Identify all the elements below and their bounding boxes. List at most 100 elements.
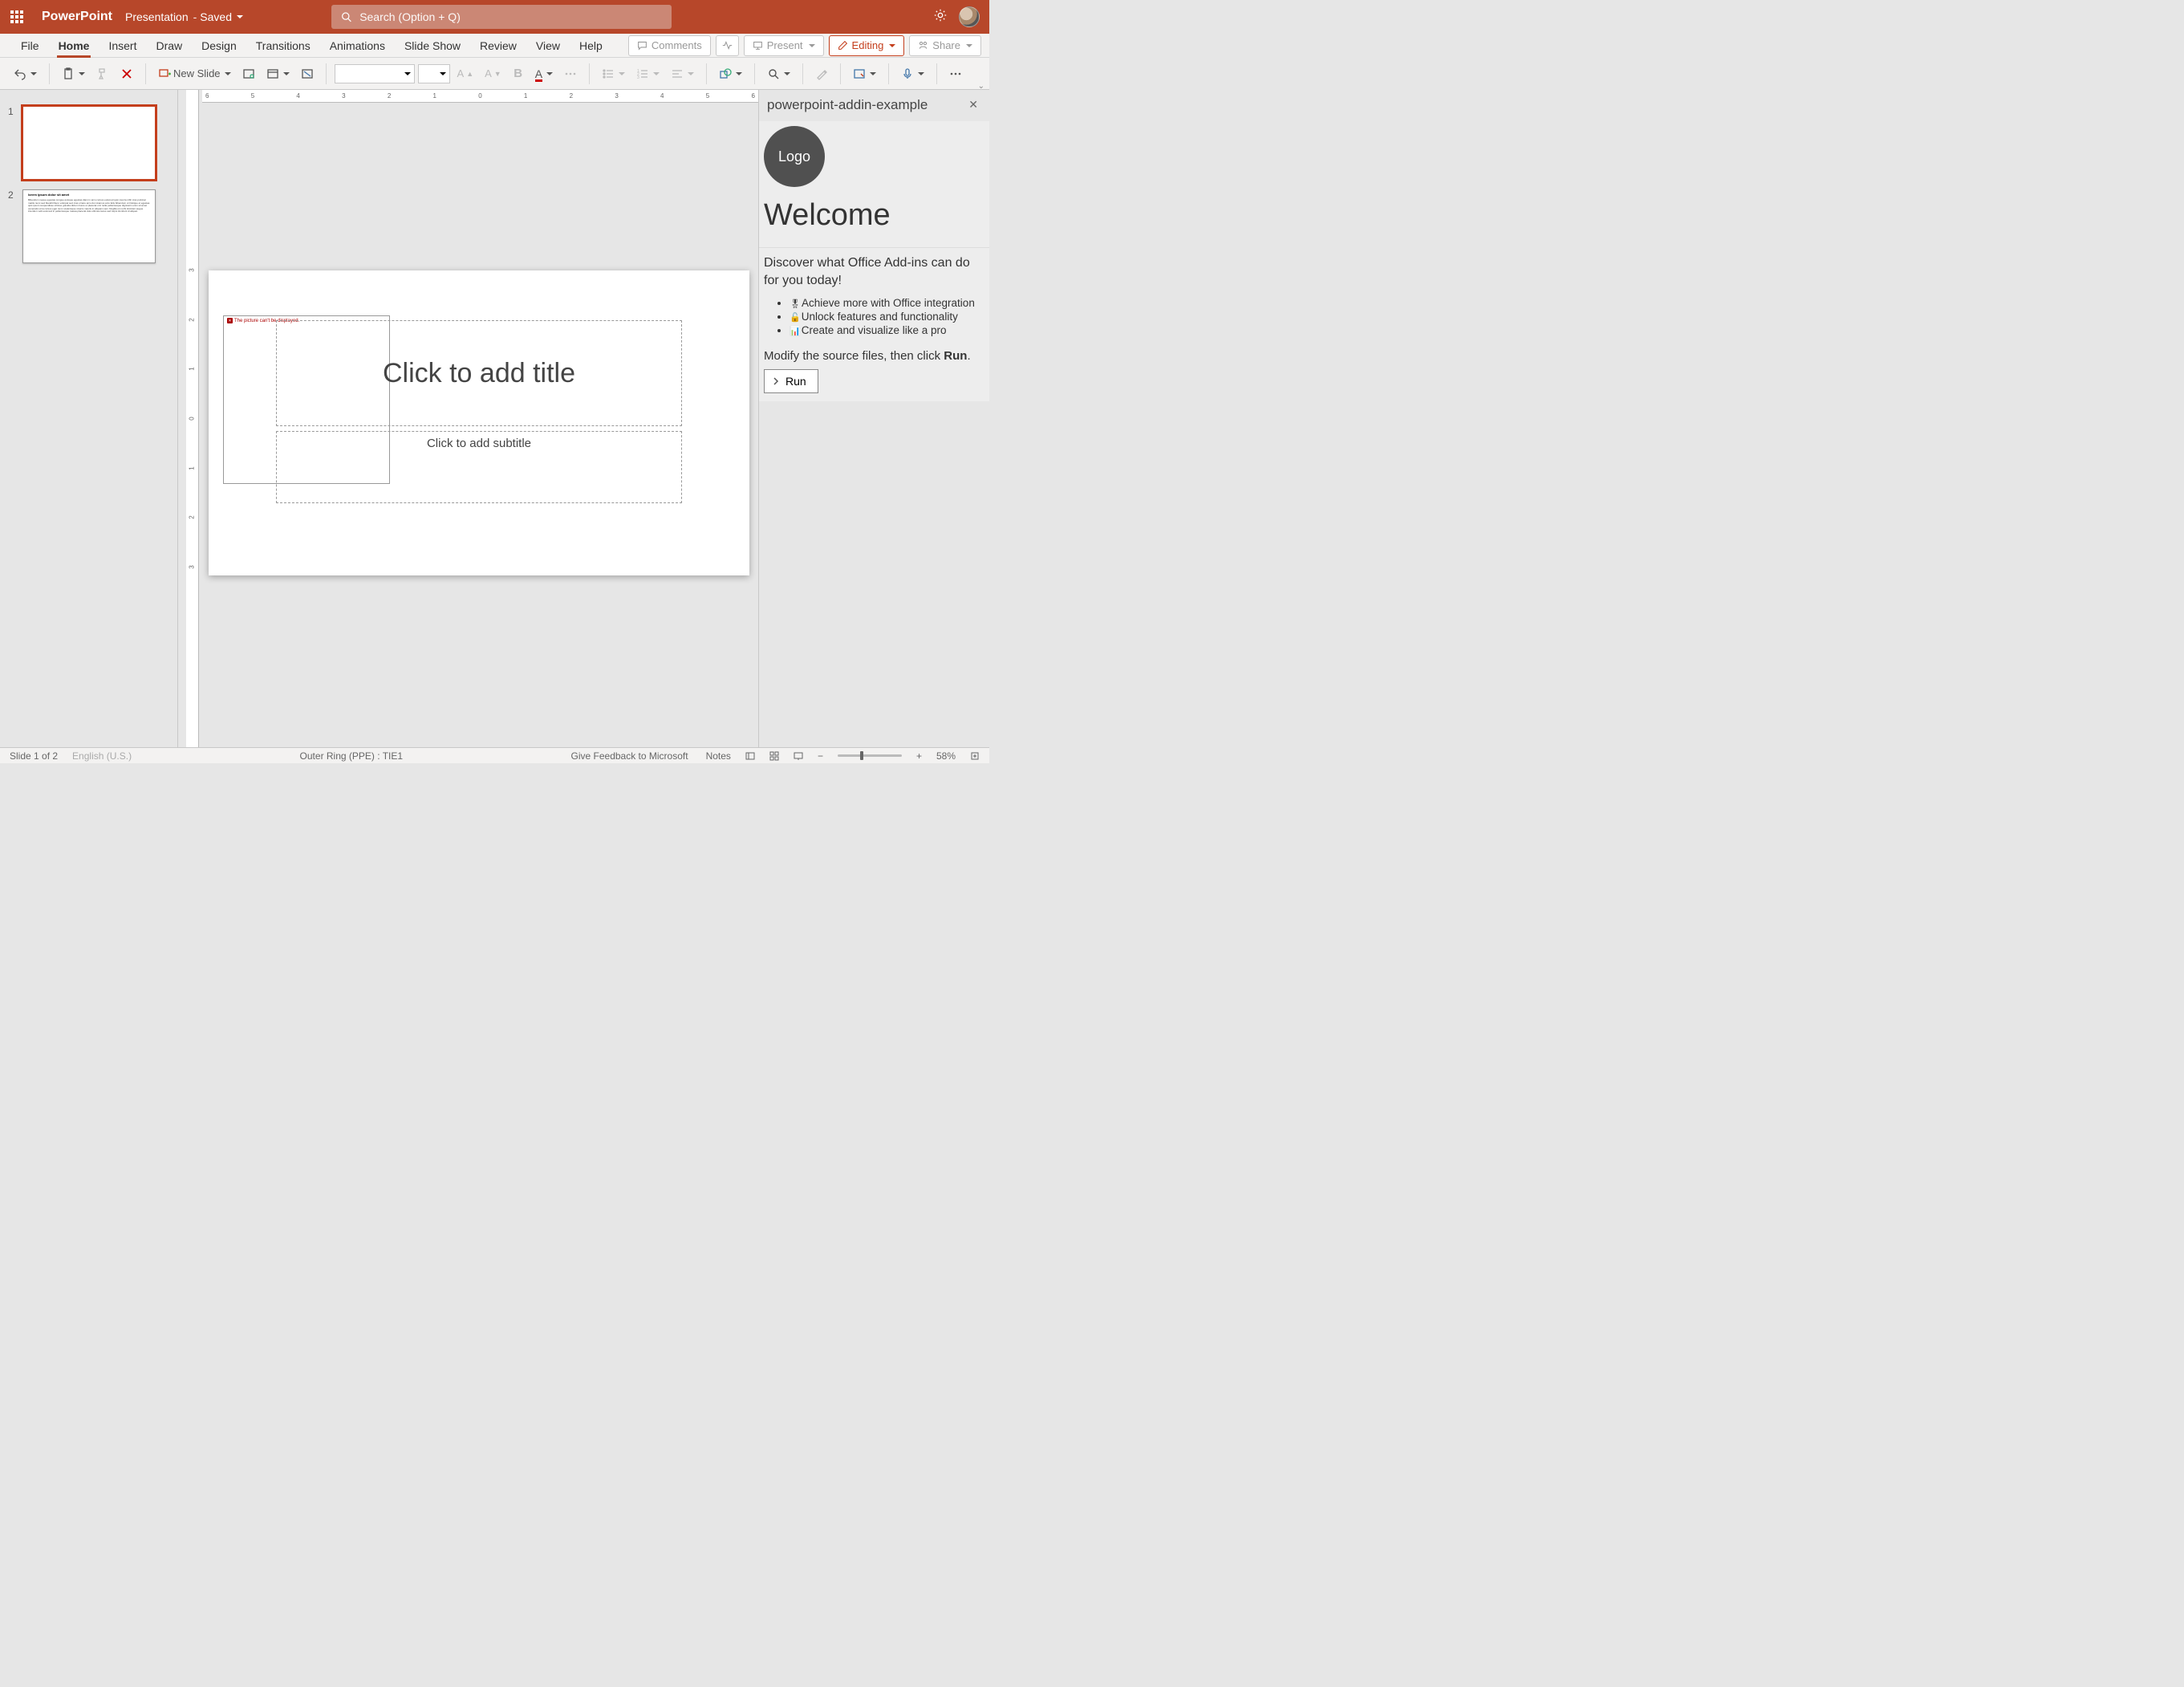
pencil-icon	[838, 40, 848, 51]
slide-thumbnails-panel: 1 2 lorem ipsum dolor sit amet Bibendum …	[0, 90, 178, 747]
bold-button[interactable]: B	[509, 63, 528, 85]
zoom-out-icon[interactable]: −	[818, 750, 823, 762]
comments-label: Comments	[652, 39, 702, 51]
increase-font-button[interactable]: A▲	[453, 63, 478, 85]
chevron-down-icon	[79, 72, 85, 75]
save-status-text: Saved	[200, 10, 232, 23]
tab-transitions[interactable]: Transitions	[246, 34, 320, 57]
language-indicator[interactable]: English (U.S.)	[72, 750, 132, 762]
slide-layout-button[interactable]	[238, 63, 259, 85]
font-family-select[interactable]	[335, 64, 415, 83]
delete-button[interactable]	[116, 63, 137, 85]
chevron-down-icon	[404, 72, 411, 75]
notes-button[interactable]: Notes	[703, 750, 731, 762]
undo-button[interactable]	[10, 63, 41, 85]
normal-view-icon[interactable]	[745, 751, 755, 761]
numbering-button[interactable]: 123	[632, 63, 664, 85]
chevron-down-icon	[546, 72, 553, 75]
tab-view[interactable]: View	[526, 34, 570, 57]
document-name[interactable]: Presentation	[120, 10, 193, 23]
pane-description: Discover what Office Add-ins can do for …	[764, 254, 983, 289]
feature-list: 🎖Achieve more with Office integration 🔓U…	[764, 297, 983, 336]
search-box[interactable]	[331, 5, 672, 29]
run-button-label: Run	[786, 375, 806, 388]
chevron-down-icon	[889, 44, 895, 47]
new-slide-button[interactable]: New Slide	[154, 63, 235, 85]
comments-button[interactable]: Comments	[628, 35, 711, 56]
slide-thumbnail-1[interactable]	[22, 106, 156, 180]
user-avatar[interactable]	[959, 6, 980, 27]
bullets-button[interactable]	[598, 63, 629, 85]
font-color-button[interactable]: A	[531, 63, 557, 85]
decrease-font-button[interactable]: A▼	[481, 63, 505, 85]
designer-button[interactable]	[811, 63, 832, 85]
thumb2-body: Bibendum neque egestas congue quisque eg…	[23, 199, 155, 213]
format-painter-button[interactable]	[92, 63, 113, 85]
new-slide-icon	[158, 67, 171, 80]
chevron-down-icon	[225, 72, 231, 75]
notes-label: Notes	[706, 750, 731, 762]
paste-button[interactable]	[58, 63, 89, 85]
sorter-view-icon[interactable]	[769, 751, 779, 761]
slide-editor[interactable]: The picture can't be displayed. Click to…	[209, 270, 749, 575]
thumbnail-number: 1	[8, 106, 18, 180]
settings-icon[interactable]	[933, 8, 948, 26]
chevron-down-icon	[283, 72, 290, 75]
chevron-right-icon	[771, 376, 781, 386]
more-commands-button[interactable]	[945, 63, 966, 85]
tab-review[interactable]: Review	[470, 34, 526, 57]
tab-file[interactable]: File	[11, 34, 49, 57]
share-button[interactable]: Share	[909, 35, 981, 56]
fit-to-window-icon[interactable]	[970, 751, 980, 761]
slide-canvas[interactable]: 6543210123456 3210123 The picture can't …	[178, 90, 758, 747]
feature-item: Unlock features and functionality	[802, 311, 958, 323]
close-icon[interactable]: ✕	[965, 96, 981, 113]
tab-slideshow[interactable]: Slide Show	[395, 34, 470, 57]
zoom-in-icon[interactable]: +	[916, 750, 922, 762]
find-button[interactable]	[763, 63, 794, 85]
dash: -	[193, 10, 197, 23]
tab-animations[interactable]: Animations	[320, 34, 395, 57]
share-label: Share	[932, 39, 960, 51]
slide-indicator[interactable]: Slide 1 of 2	[10, 750, 58, 762]
ribbon-icon: 🎖	[790, 299, 801, 309]
catch-up-button[interactable]	[716, 35, 739, 56]
align-button[interactable]	[667, 63, 698, 85]
dictate-button[interactable]	[897, 63, 928, 85]
editing-mode-button[interactable]: Editing	[829, 35, 905, 56]
present-icon	[753, 40, 763, 51]
feature-item: Achieve more with Office integration	[802, 297, 975, 309]
tab-design[interactable]: Design	[192, 34, 246, 57]
tab-insert[interactable]: Insert	[99, 34, 146, 57]
slide-thumbnail-2[interactable]: lorem ipsum dolor sit amet Bibendum nequ…	[22, 189, 156, 263]
save-status[interactable]: Saved	[197, 10, 243, 23]
tab-help[interactable]: Help	[570, 34, 612, 57]
title-placeholder[interactable]: Click to add title	[276, 320, 682, 426]
subtitle-placeholder[interactable]: Click to add subtitle	[276, 431, 682, 503]
shapes-button[interactable]	[715, 63, 746, 85]
more-font-button[interactable]	[560, 63, 581, 85]
app-name: PowerPoint	[34, 10, 120, 24]
tab-draw[interactable]: Draw	[146, 34, 192, 57]
addin-logo: Logo	[764, 126, 825, 187]
thumbnail-number: 2	[8, 189, 18, 263]
task-pane-title: powerpoint-addin-example	[767, 97, 928, 113]
welcome-heading: Welcome	[759, 187, 989, 239]
run-button[interactable]: Run	[764, 369, 818, 393]
chevron-down-icon	[30, 72, 37, 75]
editing-label: Editing	[852, 39, 884, 51]
feedback-link[interactable]: Give Feedback to Microsoft	[571, 750, 688, 762]
svg-text:3: 3	[637, 75, 639, 80]
tab-home[interactable]: Home	[49, 34, 99, 57]
addin-button[interactable]	[849, 63, 880, 85]
present-button[interactable]: Present	[744, 35, 824, 56]
reading-view-icon[interactable]	[794, 751, 803, 761]
present-label: Present	[767, 39, 803, 51]
reset-slide-button[interactable]	[297, 63, 318, 85]
layout-gallery-button[interactable]	[262, 63, 294, 85]
app-launcher-icon[interactable]	[0, 0, 34, 34]
zoom-percent[interactable]: 58%	[936, 750, 956, 762]
zoom-slider[interactable]	[838, 754, 902, 757]
search-input[interactable]	[359, 10, 662, 23]
font-size-select[interactable]	[418, 64, 450, 83]
